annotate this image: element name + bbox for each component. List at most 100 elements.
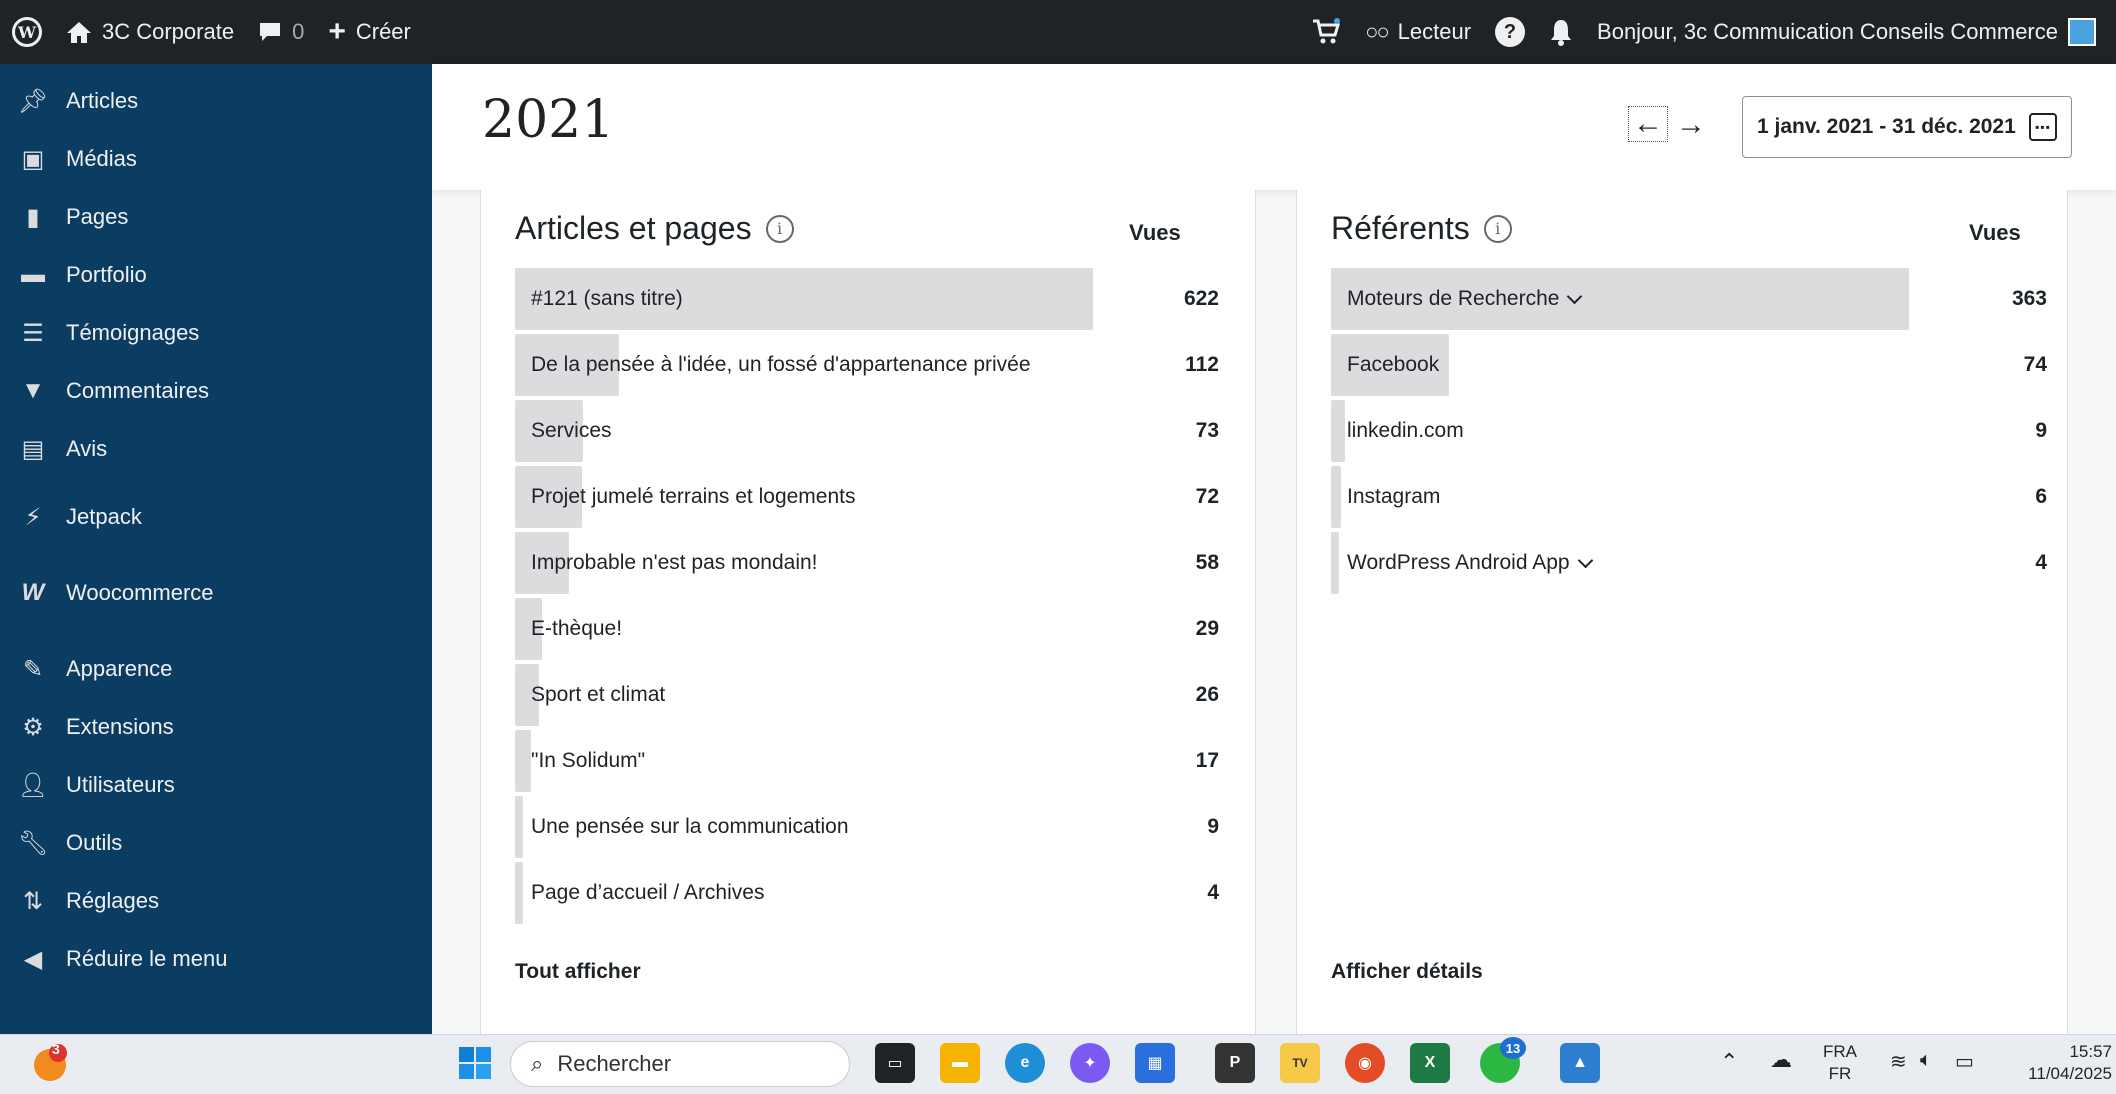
sidebar-item-commentaires[interactable]: ▼ Commentaires: [0, 366, 432, 416]
clock[interactable]: 15:57 11/04/2025: [2000, 1041, 2112, 1085]
table-row[interactable]: WordPress Android App 4: [1331, 532, 2047, 594]
table-row[interactable]: E-thèque! 29: [515, 598, 1219, 660]
chevron-up-icon[interactable]: ⌃: [1720, 1049, 1738, 1075]
copilot-icon[interactable]: ✦: [1070, 1043, 1110, 1083]
table-row[interactable]: Une pensée sur la communication 9: [515, 796, 1219, 858]
comments-link[interactable]: 0: [246, 0, 316, 64]
previous-period-button[interactable]: ←: [1628, 106, 1668, 142]
sidebar-item-label: Médias: [66, 146, 137, 171]
reader-link[interactable]: ○○ Lecteur: [1353, 0, 1483, 64]
battery-icon[interactable]: ▭: [1955, 1049, 1974, 1074]
language-code: FRA: [1823, 1042, 1857, 1061]
chrome-icon[interactable]: ◉: [1345, 1043, 1385, 1083]
excel-icon[interactable]: X: [1410, 1043, 1450, 1083]
table-row[interactable]: linkedin.com 9: [1331, 400, 2047, 462]
store-icon[interactable]: ▦: [1135, 1043, 1175, 1083]
row-label[interactable]: linkedin.com: [1347, 400, 1464, 462]
row-label[interactable]: Projet jumelé terrains et logements: [531, 466, 856, 528]
table-row[interactable]: Moteurs de Recherche 363: [1331, 268, 2047, 330]
sidebar-item-articles[interactable]: 📌︎ Articles: [0, 76, 432, 126]
show-details-link[interactable]: Afficher détails: [1331, 960, 1483, 984]
help-button[interactable]: ?: [1483, 0, 1537, 64]
row-label[interactable]: Instagram: [1347, 466, 1440, 528]
whatsapp-badge: 13: [1500, 1037, 1526, 1059]
sidebar-item-label: Commentaires: [66, 378, 210, 403]
calendar-icon: ▪▪▪: [2029, 113, 2057, 141]
row-label[interactable]: #121 (sans titre): [531, 268, 683, 330]
notifications-button[interactable]: [1537, 0, 1585, 64]
firefox-icon: [34, 1044, 67, 1081]
info-icon[interactable]: i: [765, 214, 794, 243]
start-button[interactable]: [455, 1043, 495, 1083]
date-range-picker[interactable]: 1 janv. 2021 - 31 déc. 2021 ▪▪▪: [1742, 96, 2072, 158]
sidebar-item-label: Utilisateurs: [66, 772, 175, 797]
row-label[interactable]: Services: [531, 400, 612, 462]
row-label[interactable]: "In Solidum": [531, 730, 645, 792]
wifi-icon[interactable]: ≋: [1890, 1049, 1907, 1074]
row-label-text: Sport et climat: [531, 683, 666, 706]
language-indicator[interactable]: FRA FR: [1815, 1041, 1865, 1085]
taskbar-search[interactable]: ⌕ Rechercher: [510, 1041, 850, 1087]
sidebar-item-medias[interactable]: ▣ Médias: [0, 134, 432, 184]
table-row[interactable]: De la pensée à l'idée, un fossé d'appart…: [515, 334, 1219, 396]
row-label[interactable]: De la pensée à l'idée, un fossé d'appart…: [531, 334, 1031, 396]
table-row[interactable]: Improbable n'est pas mondain! 58: [515, 532, 1219, 594]
show-all-link[interactable]: Tout afficher: [515, 960, 641, 984]
row-label[interactable]: E-thèque!: [531, 598, 622, 660]
pin-app-icon[interactable]: P: [1215, 1043, 1255, 1083]
tv-app-icon[interactable]: TV: [1280, 1043, 1320, 1083]
sidebar-item-apparence[interactable]: ✎ Apparence: [0, 644, 432, 694]
account-menu[interactable]: Bonjour, 3c Commuication Conseils Commer…: [1585, 0, 2108, 64]
sidebar-item-utilisateurs[interactable]: 👤︎ Utilisateurs: [0, 760, 432, 810]
sidebar-item-reglages[interactable]: ⇅ Réglages: [0, 876, 432, 926]
table-row[interactable]: "In Solidum" 17: [515, 730, 1219, 792]
volume-icon[interactable]: 🔈︎: [1920, 1049, 1932, 1072]
cloud-icon[interactable]: ☁: [1770, 1047, 1792, 1073]
cart-link[interactable]: [1299, 0, 1353, 64]
task-view-icon[interactable]: ▭: [875, 1043, 915, 1083]
site-name-link[interactable]: 3C Corporate: [54, 0, 246, 64]
wordpress-logo-button[interactable]: W: [0, 0, 54, 64]
photos-icon[interactable]: ▲: [1560, 1043, 1600, 1083]
row-label[interactable]: WordPress Android App: [1347, 532, 1593, 594]
row-label[interactable]: Une pensée sur la communication: [531, 796, 849, 858]
edge-icon[interactable]: e: [1005, 1043, 1045, 1083]
row-label[interactable]: Facebook: [1347, 334, 1439, 396]
sidebar-item-extensions[interactable]: ⚙ Extensions: [0, 702, 432, 752]
file-explorer-icon[interactable]: ▬: [940, 1043, 980, 1083]
row-label-text: Une pensée sur la communication: [531, 815, 849, 838]
sidebar-item-jetpack[interactable]: ⚡︎ Jetpack: [0, 492, 432, 542]
table-row[interactable]: Page d’accueil / Archives 4: [515, 862, 1219, 924]
row-label[interactable]: Improbable n'est pas mondain!: [531, 532, 818, 594]
sidebar-item-pages[interactable]: ▮ Pages: [0, 192, 432, 242]
chevron-down-icon[interactable]: [1577, 552, 1593, 568]
table-row[interactable]: Instagram 6: [1331, 466, 2047, 528]
table-row[interactable]: Projet jumelé terrains et logements 72: [515, 466, 1219, 528]
chevron-down-icon[interactable]: [1567, 288, 1583, 304]
sidebar-item-woocommerce[interactable]: W Woocommerce: [0, 568, 432, 618]
sidebar-item-temoignages[interactable]: ☰ Témoignages: [0, 308, 432, 358]
table-row[interactable]: #121 (sans titre) 622: [515, 268, 1219, 330]
admin-sidebar: 📌︎ Articles ▣ Médias ▮ Pages ▬ Portfolio…: [0, 64, 432, 1034]
info-icon[interactable]: i: [1483, 214, 1512, 243]
sidebar-item-portfolio[interactable]: ▬ Portfolio: [0, 250, 432, 300]
sidebar-item-avis[interactable]: ▤ Avis: [0, 424, 432, 474]
glasses-icon: ○○: [1365, 19, 1390, 44]
views-column-header: Vues: [1969, 220, 2021, 245]
collapse-menu-button[interactable]: ◀ Réduire le menu: [0, 934, 432, 984]
row-label[interactable]: Page d’accueil / Archives: [531, 862, 764, 924]
row-label[interactable]: Sport et climat: [531, 664, 665, 726]
table-row[interactable]: Services 73: [515, 400, 1219, 462]
whatsapp-icon[interactable]: 13: [1480, 1037, 1526, 1083]
app-notification-button[interactable]: 3: [30, 1041, 70, 1083]
row-label[interactable]: Moteurs de Recherche: [1347, 268, 1583, 330]
row-views-value: 17: [1195, 749, 1219, 772]
posts-pages-card: Articles et pages i Vues #121 (sans titr…: [480, 190, 1256, 1034]
table-row[interactable]: Facebook 74: [1331, 334, 2047, 396]
create-new-link[interactable]: + Créer: [316, 0, 423, 64]
row-views-value: 9: [1207, 815, 1219, 838]
table-row[interactable]: Sport et climat 26: [515, 664, 1219, 726]
next-period-button[interactable]: →: [1676, 108, 1706, 142]
sidebar-item-outils[interactable]: 🔧︎ Outils: [0, 818, 432, 868]
reader-label: Lecteur: [1397, 19, 1472, 44]
